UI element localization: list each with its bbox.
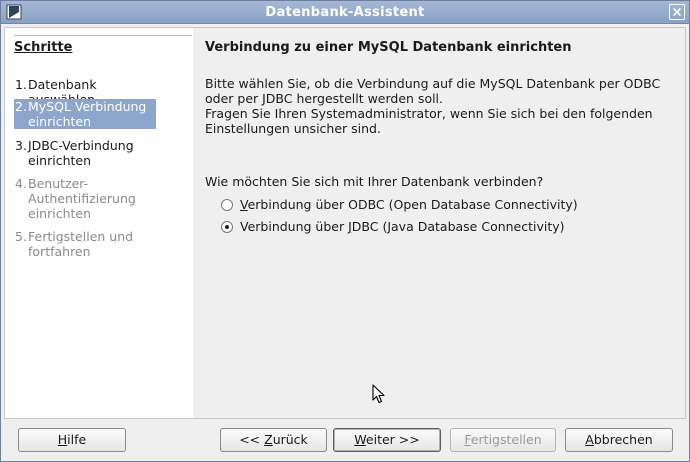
mouse-pointer-icon <box>372 384 385 404</box>
description-line: oder per JDBC hergestellt werden soll. <box>205 91 444 106</box>
label-text: Verbindung über <box>240 219 349 234</box>
cancel-button[interactable]: Abbrechen <box>565 428 673 452</box>
step-item-3[interactable]: 3.JDBC-Verbindung einrichten <box>14 138 156 168</box>
wizard-window: Datenbank-Assistent Schritte 1.Datenbank… <box>0 0 690 462</box>
step-number: 2. <box>15 99 27 114</box>
mnemonic-char: A <box>585 432 594 447</box>
step-item-2[interactable]: 2.MySQL Verbindung einrichten <box>14 99 156 129</box>
step-number: 1. <box>15 77 27 92</box>
button-label: bbrechen <box>593 432 653 447</box>
step-number: 4. <box>15 176 27 191</box>
button-label: urück <box>272 432 308 447</box>
label-text: erbindung über ODBC (Open Database Conne… <box>247 197 578 212</box>
mnemonic-char: H <box>57 432 68 447</box>
step-label: MySQL Verbindung einrichten <box>28 99 147 129</box>
button-label: ilfe <box>67 432 87 447</box>
label-text: DBC (Java Database Connectivity) <box>351 219 565 234</box>
mnemonic-char: Z <box>264 432 273 447</box>
title-bar[interactable]: Datenbank-Assistent <box>1 1 689 24</box>
button-bar: Hilfe << Zurück Weiter >> Fertigstellen … <box>1 421 689 461</box>
radio-label[interactable]: Verbindung über ODBC (Open Database Conn… <box>240 197 578 213</box>
description-line: Bitte wählen Sie, ob die Verbindung auf … <box>205 76 661 91</box>
step-item-4: 4.Benutzer-Authentifizierung einrichten <box>14 176 156 221</box>
mnemonic-char: W <box>354 432 366 447</box>
step-panel: Verbindung zu einer MySQL Datenbank einr… <box>193 28 685 418</box>
description-line: Fragen Sie Ihren Systemadministrator, we… <box>205 106 653 121</box>
next-button[interactable]: Weiter >> <box>333 428 441 452</box>
radio-button-selected[interactable] <box>221 221 233 233</box>
help-button[interactable]: Hilfe <box>18 428 126 452</box>
steps-sidebar: Schritte 1.Datenbank auswählen 2.MySQL V… <box>5 28 193 418</box>
mnemonic-char: V <box>240 197 248 212</box>
sidebar-divider <box>14 35 192 36</box>
step-number: 3. <box>15 138 27 153</box>
window-title: Datenbank-Assistent <box>265 5 425 20</box>
wizard-content: Schritte 1.Datenbank auswählen 2.MySQL V… <box>4 27 686 419</box>
button-label: eiter >> <box>365 432 420 447</box>
close-button[interactable] <box>669 4 685 20</box>
connection-question: Wie möchten Sie sich mit Ihrer Datenbank… <box>205 174 544 189</box>
description-line: Einstellungen unsicher sind. <box>205 121 381 136</box>
page-title: Verbindung zu einer MySQL Datenbank einr… <box>205 40 572 55</box>
radio-label[interactable]: Verbindung über JDBC (Java Database Conn… <box>240 219 565 235</box>
close-icon <box>672 7 682 17</box>
button-label: << <box>239 432 265 447</box>
step-item-5: 5.Fertigstellen und fortfahren <box>14 229 156 259</box>
steps-title: Schritte <box>14 40 73 55</box>
step-label: Fertigstellen und fortfahren <box>28 229 134 259</box>
button-label: ertigstellen <box>470 432 542 447</box>
step-label: JDBC-Verbindung einrichten <box>28 138 134 168</box>
back-button[interactable]: << Zurück <box>220 428 327 452</box>
radio-button[interactable] <box>221 199 233 211</box>
step-label: Benutzer-Authentifizierung einrichten <box>28 176 136 221</box>
finish-button: Fertigstellen <box>450 428 556 452</box>
step-number: 5. <box>15 229 27 244</box>
description-text: Bitte wählen Sie, ob die Verbindung auf … <box>205 76 685 136</box>
